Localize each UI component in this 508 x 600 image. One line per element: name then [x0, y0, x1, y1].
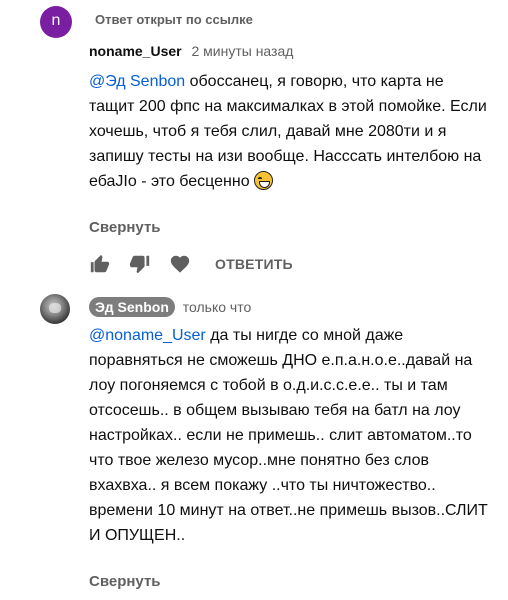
comment-body: @noname_User да ты нигде со мной даже по… — [89, 323, 489, 548]
reply-button[interactable]: ОТВЕТИТЬ — [215, 256, 293, 272]
comment-timestamp[interactable]: только что — [183, 299, 252, 315]
comment-author[interactable]: noname_User — [89, 43, 182, 59]
comment-header: Эд Senbon только что — [89, 297, 251, 317]
avatar-letter: n — [51, 12, 61, 29]
comment-text: да ты нигде со мной даже поравняться не … — [89, 327, 488, 544]
comment-body: @Эд Senbon обоссанец, я говорю, что карт… — [89, 69, 489, 194]
collapse-button[interactable]: Свернуть — [89, 219, 161, 236]
comment-text: обоссанец, я говорю, что карта не тащит … — [89, 73, 487, 190]
comment-header: noname_User 2 минуты назад — [89, 41, 293, 61]
thumbs-down-icon[interactable] — [129, 253, 151, 275]
avatar[interactable] — [40, 294, 70, 324]
thumbs-up-icon[interactable] — [89, 253, 111, 275]
mention-link[interactable]: @noname_User — [89, 327, 206, 344]
comment-timestamp[interactable]: 2 минуты назад — [191, 43, 293, 59]
mention-link[interactable]: @Эд Senbon — [89, 73, 185, 90]
avatar[interactable]: n — [40, 6, 72, 38]
heart-icon[interactable] — [169, 253, 191, 275]
comment-action-bar: ОТВЕТИТЬ — [89, 253, 293, 275]
collapse-button[interactable]: Свернуть — [89, 573, 161, 590]
face-with-tears-of-joy-icon — [254, 171, 274, 190]
comment-author-badge[interactable]: Эд Senbon — [89, 297, 175, 317]
open-by-link-badge: Ответ открыт по ссылке — [89, 9, 259, 31]
